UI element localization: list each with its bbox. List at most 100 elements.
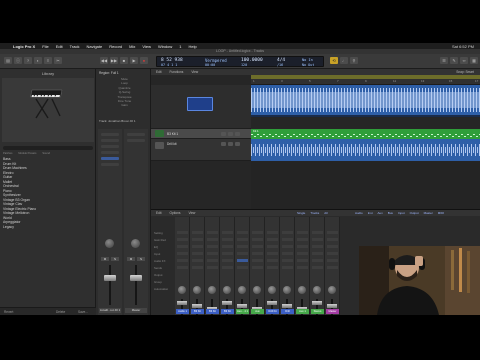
mixer-slot[interactable] bbox=[282, 238, 293, 241]
mixer-slot[interactable] bbox=[252, 252, 263, 255]
strip-name[interactable]: Master bbox=[125, 308, 147, 313]
library-save-button[interactable]: Save... bbox=[78, 310, 88, 314]
mixer-slot[interactable] bbox=[192, 259, 203, 262]
track-record-icon[interactable] bbox=[235, 132, 240, 136]
volume-fader[interactable] bbox=[237, 304, 247, 308]
mixer-strip-name[interactable]: B3 Kit bbox=[191, 309, 204, 314]
track-record-icon[interactable] bbox=[235, 142, 240, 146]
tracks-menu-view[interactable]: View bbox=[191, 70, 198, 74]
strip-setting-slot[interactable] bbox=[127, 133, 145, 136]
mixer-filter-bus[interactable]: Bus bbox=[388, 211, 393, 215]
pan-knob[interactable] bbox=[178, 286, 186, 294]
mixer-strip-name[interactable]: Drill bbox=[281, 309, 294, 314]
tuner-icon[interactable]: ⚲ bbox=[350, 57, 358, 64]
mixer-filter-master[interactable]: Master bbox=[424, 211, 433, 215]
list-editors-icon[interactable]: ☰ bbox=[440, 57, 448, 64]
mixer-slot[interactable] bbox=[192, 266, 203, 269]
bar-ruler[interactable]: 1 3 5 7 9 11 13 15 17 bbox=[251, 75, 480, 85]
mixer-slot[interactable] bbox=[267, 266, 278, 269]
track-header-drill[interactable]: Drill kit bbox=[151, 139, 251, 161]
mixer-slot[interactable] bbox=[327, 231, 338, 234]
mixer-slot[interactable] bbox=[327, 252, 338, 255]
mixer-menu-options[interactable]: Options bbox=[170, 211, 181, 215]
mixer-slot[interactable] bbox=[207, 266, 218, 269]
mixer-slot[interactable] bbox=[252, 231, 263, 234]
mixer-slot[interactable] bbox=[252, 266, 263, 269]
mixer-slot[interactable] bbox=[327, 245, 338, 248]
volume-fader[interactable] bbox=[192, 304, 202, 308]
mixer-filter-inst[interactable]: Inst bbox=[368, 211, 373, 215]
volume-fader[interactable] bbox=[327, 304, 337, 308]
mixer-slot[interactable] bbox=[327, 266, 338, 269]
mixer-strip-name[interactable]: Drill Kit bbox=[266, 309, 279, 314]
pan-knob[interactable] bbox=[268, 286, 276, 294]
mixer-slot[interactable] bbox=[252, 245, 263, 248]
mixer-strip-name[interactable]: Aux bbox=[251, 309, 264, 314]
mixer-slot[interactable] bbox=[267, 231, 278, 234]
mixer-slot[interactable] bbox=[252, 259, 263, 262]
mixer-slot[interactable] bbox=[222, 231, 233, 234]
pan-knob[interactable] bbox=[131, 239, 140, 248]
solo-button[interactable]: S bbox=[137, 257, 145, 261]
mixer-slot[interactable] bbox=[267, 252, 278, 255]
notepad-icon[interactable]: ✎ bbox=[450, 57, 458, 64]
mixer-slot[interactable] bbox=[312, 252, 323, 255]
library-item[interactable]: Legacy bbox=[3, 225, 93, 230]
volume-fader[interactable] bbox=[267, 301, 277, 305]
mixer-slot[interactable] bbox=[297, 231, 308, 234]
strip-setting-slot[interactable] bbox=[101, 133, 119, 136]
mixer-slot[interactable] bbox=[207, 252, 218, 255]
solo-button[interactable]: S bbox=[111, 257, 119, 261]
pan-knob[interactable] bbox=[253, 286, 261, 294]
mixer-slot[interactable] bbox=[282, 231, 293, 234]
mixer-slot[interactable] bbox=[297, 252, 308, 255]
mixer-slot[interactable] bbox=[252, 238, 263, 241]
track-name[interactable]: Drill kit bbox=[167, 142, 177, 146]
mixer-slot[interactable] bbox=[237, 266, 248, 269]
mixer-slot[interactable] bbox=[327, 238, 338, 241]
mixer-slot[interactable] bbox=[312, 266, 323, 269]
track-solo-icon[interactable] bbox=[228, 142, 233, 146]
library-search-field[interactable] bbox=[3, 146, 93, 150]
browser-icon[interactable]: ▦ bbox=[470, 57, 478, 64]
mixer-slot[interactable] bbox=[192, 245, 203, 248]
snap-selector[interactable]: Snap: Smart bbox=[456, 70, 480, 74]
mixer-slot[interactable] bbox=[282, 259, 293, 262]
mixer-slot[interactable] bbox=[207, 231, 218, 234]
menu-window[interactable]: Window bbox=[158, 44, 172, 49]
cycle-button-icon[interactable]: ⟲ bbox=[330, 57, 338, 64]
mixer-slot[interactable] bbox=[237, 259, 248, 262]
mixer-slot[interactable] bbox=[222, 238, 233, 241]
strip-sends-slot[interactable] bbox=[101, 157, 119, 160]
lcd-display[interactable]: 8 52 938 07 4 1 1 Vermpered 00:00 100.00… bbox=[156, 56, 324, 67]
mixer-strip-name[interactable]: Aux... 4 1 bbox=[236, 309, 249, 314]
volume-fader[interactable] bbox=[104, 275, 116, 281]
mixer-filter-midi[interactable]: MIDI bbox=[438, 211, 444, 215]
track-solo-icon[interactable] bbox=[228, 132, 233, 136]
strip-input-slot[interactable] bbox=[101, 145, 119, 148]
strip-eq-slot[interactable] bbox=[127, 139, 145, 142]
pan-knob[interactable] bbox=[283, 286, 291, 294]
volume-fader[interactable] bbox=[282, 304, 292, 308]
library-col-sound[interactable]: Sound bbox=[42, 152, 50, 155]
help-toggle-icon[interactable]: ? bbox=[24, 57, 32, 64]
mixer-slot[interactable] bbox=[237, 231, 248, 234]
mixer-tab-tracks[interactable]: Tracks bbox=[310, 211, 319, 215]
mixer-filter-aux[interactable]: Aux bbox=[378, 211, 383, 215]
mixer-strip-name[interactable]: B3 Kit bbox=[221, 309, 234, 314]
midi-region[interactable]: Kit 1 bbox=[251, 129, 480, 139]
mixer-slot[interactable] bbox=[222, 259, 233, 262]
mixer-slot[interactable] bbox=[207, 245, 218, 248]
mixer-slot[interactable] bbox=[207, 259, 218, 262]
menu-one[interactable]: 1 bbox=[179, 44, 181, 49]
mixer-slot[interactable] bbox=[327, 259, 338, 262]
audio-region[interactable] bbox=[251, 139, 480, 161]
menu-help[interactable]: Help bbox=[188, 44, 196, 49]
mixer-slot[interactable] bbox=[177, 266, 188, 269]
pan-knob[interactable] bbox=[238, 286, 246, 294]
mixer-slot[interactable] bbox=[237, 238, 248, 241]
mixer-strip-name[interactable]: B3 Kit bbox=[206, 309, 219, 314]
tracks-menu-functions[interactable]: Functions bbox=[170, 70, 184, 74]
track-mute-icon[interactable] bbox=[221, 142, 226, 146]
empty-track-area[interactable] bbox=[251, 161, 480, 209]
